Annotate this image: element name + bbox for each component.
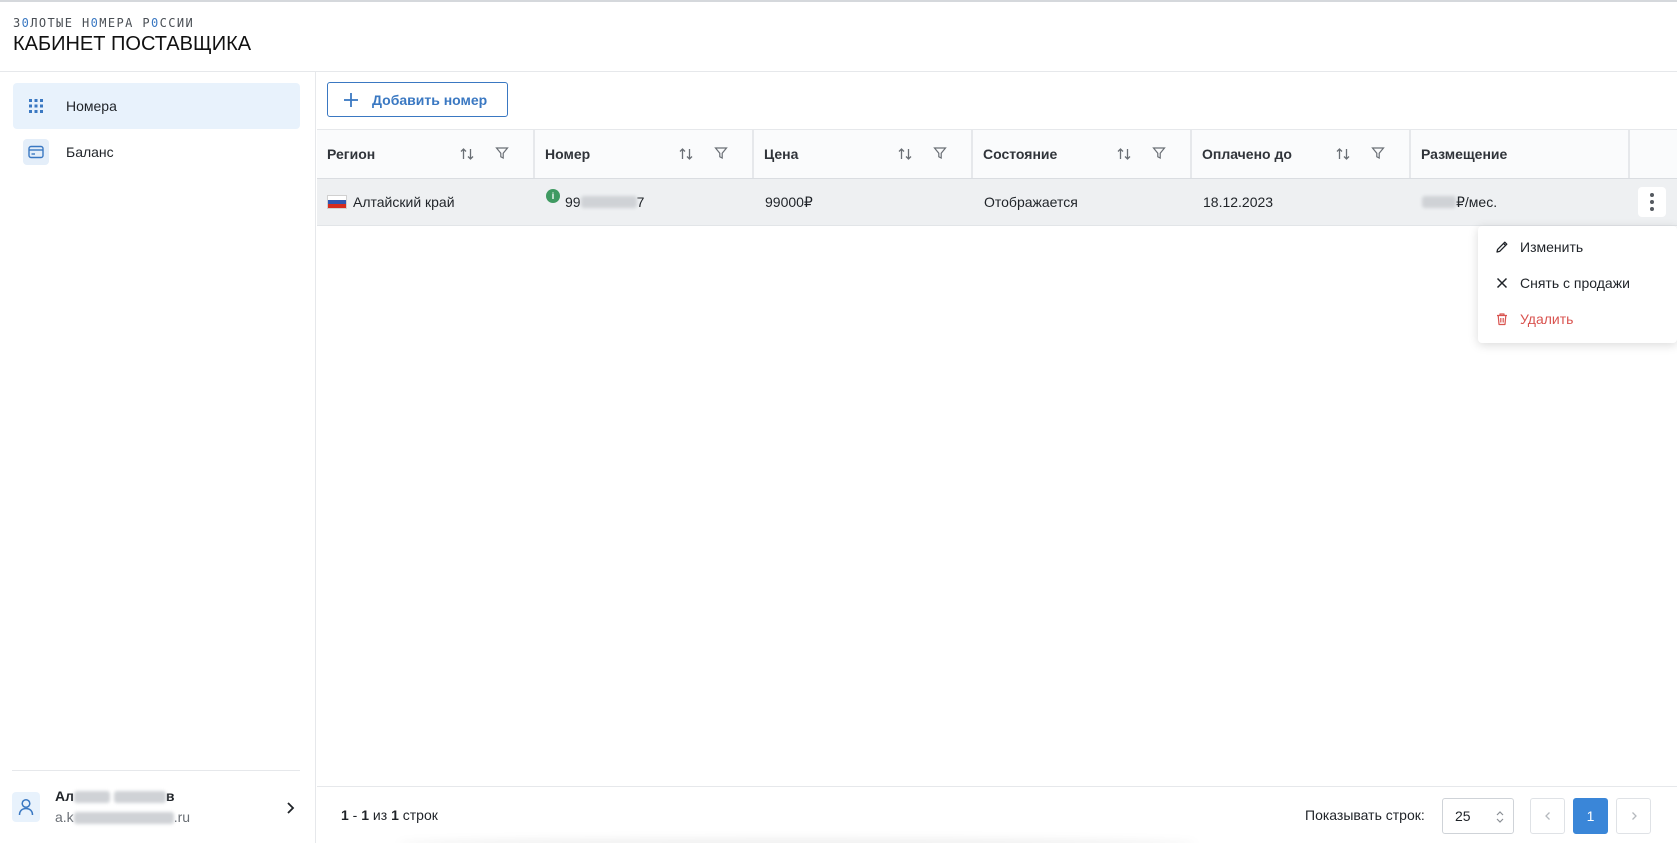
filter-icon[interactable] bbox=[714, 146, 728, 160]
filter-icon[interactable] bbox=[933, 146, 947, 160]
sidebar: Номера Баланс Ал в a.k .ru bbox=[0, 72, 316, 843]
add-number-button[interactable]: Добавить номер bbox=[327, 82, 508, 117]
page-title: КАБИНЕТ ПОСТАВЩИКА bbox=[13, 33, 252, 55]
menu-item-delete[interactable]: Удалить bbox=[1478, 302, 1677, 336]
divider bbox=[12, 770, 300, 771]
filter-icon[interactable] bbox=[1371, 146, 1385, 160]
chevron-right-icon[interactable] bbox=[282, 800, 298, 816]
scroll-shadow bbox=[397, 838, 1197, 843]
column-header-actions bbox=[1630, 130, 1677, 178]
card-icon bbox=[23, 139, 49, 165]
sidebar-item-balance[interactable]: Баланс bbox=[13, 129, 300, 175]
page-button-current[interactable]: 1 bbox=[1573, 798, 1608, 834]
column-header-price: Цена bbox=[754, 130, 973, 178]
main-content: Добавить номер Регион Номер Цена Состоян… bbox=[317, 72, 1677, 843]
user-profile[interactable]: Ал в a.k .ru bbox=[12, 784, 300, 832]
sidebar-item-numbers[interactable]: Номера bbox=[13, 83, 300, 129]
column-header-paid-until: Оплачено до bbox=[1192, 130, 1411, 178]
sort-icon[interactable] bbox=[1116, 146, 1132, 162]
updown-chevron-icon bbox=[1496, 811, 1504, 823]
user-email: a.k .ru bbox=[55, 809, 191, 825]
trash-icon bbox=[1497, 313, 1507, 326]
chevron-right-icon bbox=[1631, 812, 1637, 820]
cell-region: Алтайский край bbox=[327, 179, 455, 225]
cell-placement: ₽/мес. bbox=[1422, 179, 1497, 225]
close-icon bbox=[1496, 277, 1508, 289]
sidebar-item-label: Номера bbox=[66, 98, 117, 114]
cell-state: Отображается bbox=[984, 194, 1078, 210]
app-header: З0ЛОТЫЕ Н0МЕРА Р0ССИИ КАБИНЕТ ПОСТАВЩИКА bbox=[0, 2, 1677, 72]
rows-per-page-label: Показывать строк: bbox=[1305, 807, 1425, 823]
sidebar-item-label: Баланс bbox=[66, 144, 114, 160]
info-badge-icon: i bbox=[546, 189, 560, 203]
user-name: Ал в bbox=[55, 788, 175, 804]
rows-range: 1 - 1 из 1 строк bbox=[341, 807, 438, 823]
pencil-icon bbox=[1496, 241, 1508, 253]
rows-per-page-select[interactable]: 25 bbox=[1442, 798, 1514, 834]
chevron-left-icon bbox=[1544, 812, 1550, 820]
sort-icon[interactable] bbox=[897, 146, 913, 162]
cell-price: 99000₽ bbox=[765, 193, 813, 210]
table-footer: 1 - 1 из 1 строк Показывать строк: 25 1 bbox=[317, 786, 1677, 843]
cell-paid-until: 18.12.2023 bbox=[1203, 194, 1274, 210]
table-row[interactable]: Алтайский край i 99 7 99000₽ Отображается… bbox=[317, 179, 1677, 226]
russia-flag-icon bbox=[327, 195, 347, 209]
column-header-state: Состояние bbox=[973, 130, 1192, 178]
prev-page-button[interactable] bbox=[1530, 798, 1565, 834]
column-header-number: Номер bbox=[535, 130, 754, 178]
plus-icon bbox=[344, 92, 358, 107]
table-header: Регион Номер Цена Состояние Оплачено до … bbox=[317, 129, 1677, 179]
sort-icon[interactable] bbox=[1335, 146, 1351, 162]
sort-icon[interactable] bbox=[678, 146, 694, 162]
menu-item-unpublish[interactable]: Снять с продажи bbox=[1478, 266, 1677, 300]
filter-icon[interactable] bbox=[1152, 146, 1166, 160]
filter-icon[interactable] bbox=[495, 146, 509, 160]
row-actions-button[interactable] bbox=[1638, 187, 1666, 217]
cell-number: i 99 7 bbox=[546, 179, 644, 225]
user-icon bbox=[12, 792, 40, 822]
menu-item-edit[interactable]: Изменить bbox=[1478, 230, 1677, 264]
next-page-button[interactable] bbox=[1616, 798, 1651, 834]
row-actions-menu: Изменить Снять с продажи Удалить bbox=[1478, 226, 1677, 343]
column-header-placement: Размещение bbox=[1411, 130, 1630, 178]
brand-logo: З0ЛОТЫЕ Н0МЕРА Р0ССИИ bbox=[13, 16, 195, 30]
column-header-region: Регион bbox=[317, 130, 535, 178]
sort-icon[interactable] bbox=[459, 146, 475, 162]
keypad-icon bbox=[23, 93, 49, 119]
